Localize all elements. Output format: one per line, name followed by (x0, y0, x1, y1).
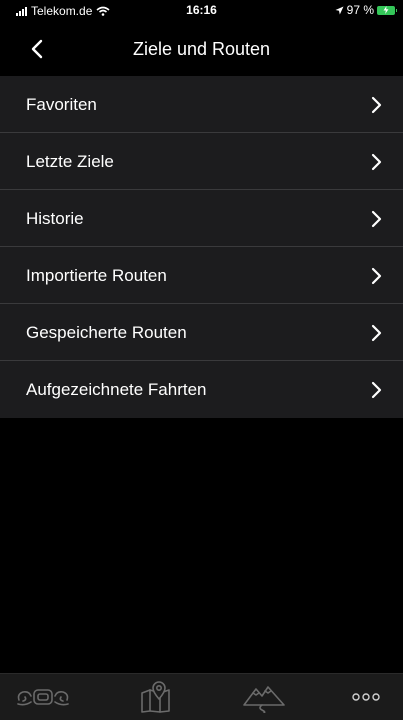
chevron-right-icon (371, 324, 382, 341)
tab-more[interactable] (336, 678, 396, 716)
motorcycle-icon (17, 689, 69, 706)
mountains-route-icon (243, 686, 285, 713)
list-item-label: Gespeicherte Routen (26, 322, 187, 342)
destinations-list: Favoriten Letzte Ziele Historie Importie… (0, 76, 403, 418)
list-item-letzte-ziele[interactable]: Letzte Ziele (0, 133, 403, 190)
list-item-label: Historie (26, 208, 84, 228)
list-item-gespeicherte-routen[interactable]: Gespeicherte Routen (0, 304, 403, 361)
tab-routes[interactable] (234, 678, 294, 716)
navigation-bar: Ziele und Routen (0, 22, 403, 76)
list-item-historie[interactable]: Historie (0, 190, 403, 247)
more-dots-icon (352, 693, 380, 701)
status-bar: Telekom.de 16:16 97 % (0, 0, 403, 22)
empty-content-area (0, 418, 403, 673)
tab-bar (0, 673, 403, 720)
battery-percent: 97 % (346, 3, 374, 17)
list-item-favoriten[interactable]: Favoriten (0, 76, 403, 133)
tab-motorcycle[interactable] (8, 678, 78, 716)
chevron-right-icon (371, 210, 382, 227)
location-arrow-icon (335, 6, 344, 14)
battery-charging-icon (377, 5, 397, 15)
page-title: Ziele und Routen (132, 39, 271, 59)
tab-map[interactable] (126, 678, 186, 716)
list-item-aufgezeichnete-fahrten[interactable]: Aufgezeichnete Fahrten (0, 361, 403, 418)
map-pin-icon (141, 681, 170, 713)
list-item-label: Aufgezeichnete Fahrten (26, 379, 207, 399)
list-item-label: Importierte Routen (26, 265, 167, 285)
chevron-right-icon (371, 153, 382, 170)
list-item-importierte-routen[interactable]: Importierte Routen (0, 247, 403, 304)
list-item-label: Letzte Ziele (26, 151, 114, 171)
list-item-label: Favoriten (26, 94, 97, 114)
status-right: 97 % (335, 3, 397, 17)
chevron-right-icon (371, 267, 382, 284)
chevron-right-icon (371, 381, 382, 398)
chevron-right-icon (371, 96, 382, 113)
